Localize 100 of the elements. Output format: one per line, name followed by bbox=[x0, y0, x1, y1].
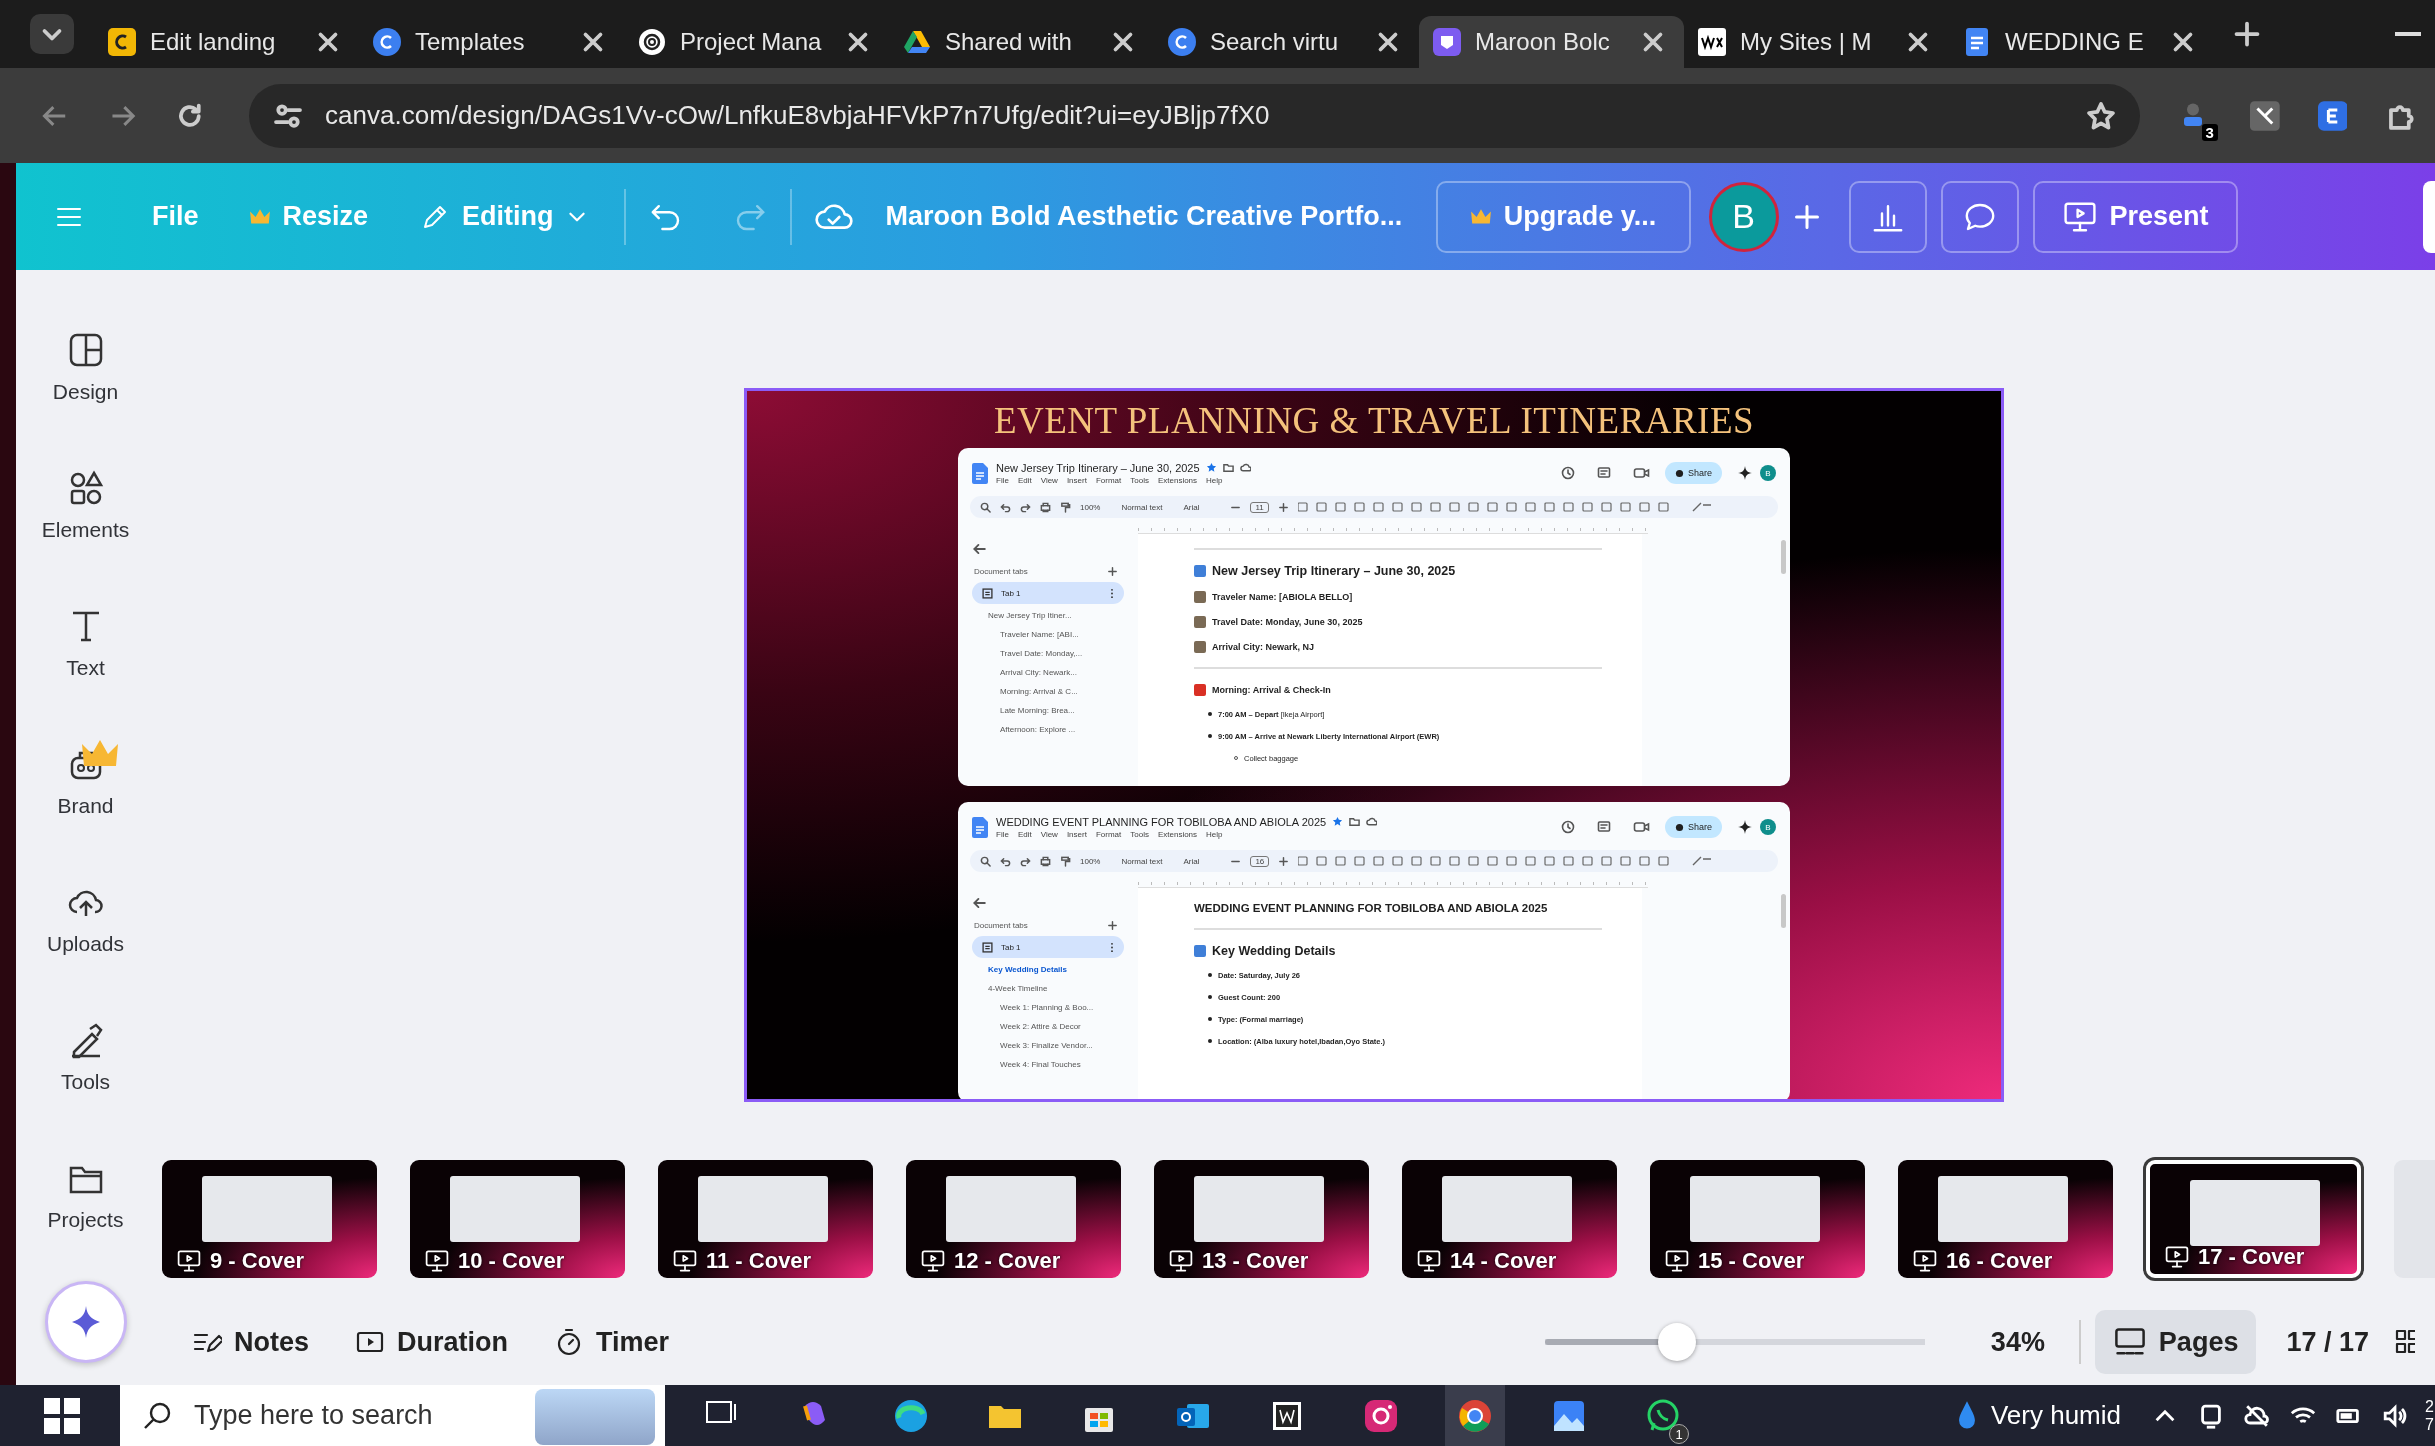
slider-thumb[interactable] bbox=[1657, 1323, 1696, 1361]
comment-icon[interactable] bbox=[1596, 466, 1611, 480]
page-thumbnail[interactable]: 10 - Cover bbox=[410, 1160, 625, 1278]
plus-icon[interactable] bbox=[1277, 501, 1289, 513]
magic-assistant-button[interactable] bbox=[44, 1281, 127, 1363]
browser-tab[interactable]: Search virtu bbox=[1154, 16, 1419, 68]
star-icon[interactable] bbox=[1205, 462, 1217, 473]
paint-format-icon[interactable] bbox=[1060, 501, 1071, 513]
font-size-field[interactable]: 16 bbox=[1250, 855, 1270, 867]
menu-item[interactable]: View bbox=[1040, 475, 1058, 485]
document-title[interactable]: WEDDING EVENT PLANNING FOR TOBILOBA AND ABIOLA 2025 bbox=[996, 815, 1327, 828]
sidebar-tab[interactable]: Uploads bbox=[25, 850, 146, 988]
search-icon[interactable] bbox=[980, 501, 991, 513]
page-thumbnail[interactable]: 17 - Cover bbox=[2146, 1160, 2361, 1278]
menu-item[interactable]: Tools bbox=[1130, 475, 1149, 485]
history-icon[interactable] bbox=[1560, 820, 1575, 834]
page-thumbnail[interactable]: 16 - Cover bbox=[1898, 1160, 2113, 1278]
back-icon[interactable] bbox=[972, 896, 986, 910]
outline-item[interactable]: 4-Week Timeline bbox=[972, 979, 1138, 998]
menu-item[interactable]: Extensions bbox=[1157, 829, 1198, 839]
menu-item[interactable]: Help bbox=[1206, 829, 1223, 839]
plus-icon[interactable] bbox=[1278, 855, 1290, 867]
timer-button[interactable]: Timer bbox=[542, 1312, 682, 1372]
outline-item[interactable]: Key Wedding Details bbox=[972, 960, 1138, 979]
undo-icon[interactable] bbox=[1000, 855, 1011, 867]
sidebar-tab[interactable]: Elements bbox=[25, 436, 146, 574]
page-thumbnail[interactable]: 13 - Cover bbox=[1154, 1160, 1369, 1278]
sidebar-tab[interactable]: Projects bbox=[25, 1126, 146, 1264]
more-icon[interactable] bbox=[1110, 941, 1114, 953]
menu-item[interactable]: Format bbox=[1095, 829, 1122, 839]
outline-item[interactable]: Travel Date: Monday,... bbox=[972, 644, 1138, 663]
style-dropdown[interactable]: Normal text bbox=[1121, 502, 1163, 512]
insights-button[interactable] bbox=[1848, 180, 1927, 253]
print-icon[interactable] bbox=[1040, 855, 1051, 867]
browser-tab[interactable]: Templates bbox=[359, 16, 624, 68]
print-icon[interactable] bbox=[1040, 501, 1051, 513]
document-title[interactable]: New Jersey Trip Itinerary – June 30, 2025 bbox=[996, 461, 1200, 474]
tab-list-button[interactable] bbox=[30, 14, 74, 54]
user-avatar[interactable]: B bbox=[1760, 819, 1776, 835]
page-thumbnail[interactable]: 15 - Cover bbox=[1650, 1160, 1865, 1278]
redo-icon[interactable] bbox=[1020, 855, 1031, 867]
style-dropdown[interactable]: Normal text bbox=[1121, 856, 1163, 866]
browser-tab[interactable]: Edit landing bbox=[94, 16, 359, 68]
search-icon[interactable] bbox=[980, 855, 991, 867]
sidebar-tab[interactable]: Tools bbox=[25, 988, 146, 1126]
menu-item[interactable]: Help bbox=[1206, 475, 1223, 485]
pages-button[interactable]: Pages bbox=[2094, 1310, 2257, 1374]
folder-icon[interactable] bbox=[1349, 816, 1361, 827]
duration-button[interactable]: Duration bbox=[343, 1312, 520, 1372]
browser-tab[interactable]: Project Mana bbox=[624, 16, 889, 68]
clock-text[interactable]: 2 bbox=[2425, 1397, 2435, 1416]
browser-tab[interactable]: Shared with bbox=[889, 16, 1154, 68]
font-size-field[interactable]: 11 bbox=[1250, 501, 1269, 513]
sidebar-tab[interactable]: Design bbox=[25, 298, 146, 436]
document-tab[interactable]: Tab 1 bbox=[972, 936, 1124, 958]
outline-item[interactable]: Morning: Arrival & C... bbox=[972, 682, 1138, 701]
history-icon[interactable] bbox=[1560, 466, 1575, 480]
folder-icon[interactable] bbox=[1222, 462, 1234, 473]
star-icon[interactable] bbox=[1332, 816, 1344, 827]
redo-icon[interactable] bbox=[1020, 501, 1031, 513]
more-icon[interactable] bbox=[1110, 587, 1114, 599]
extension-icon[interactable] bbox=[2249, 100, 2280, 131]
taskbar-search-box[interactable]: Type here to search bbox=[120, 1385, 665, 1446]
menu-item[interactable]: View bbox=[1040, 829, 1058, 839]
outline-item[interactable]: New Jersey Trip Itiner... bbox=[972, 606, 1138, 625]
menu-item[interactable]: Insert bbox=[1066, 475, 1087, 485]
page-thumbnail[interactable]: 9 - Cover bbox=[162, 1160, 377, 1278]
sparkle-icon[interactable] bbox=[1738, 466, 1752, 480]
menu-item[interactable]: Format bbox=[1095, 475, 1122, 485]
menu-item[interactable]: Tools bbox=[1130, 829, 1149, 839]
menu-item[interactable]: Edit bbox=[1017, 829, 1032, 839]
browser-tab[interactable]: WEDDING E bbox=[1949, 16, 2214, 68]
menu-item[interactable]: File bbox=[996, 475, 1009, 485]
comments-button[interactable] bbox=[1940, 180, 2019, 253]
browser-tab[interactable]: My Sites | M bbox=[1684, 16, 1949, 68]
outline-item[interactable]: Late Morning: Brea... bbox=[972, 701, 1138, 720]
weather-text[interactable]: Very humid bbox=[1990, 1400, 2121, 1431]
share-button[interactable]: Share bbox=[1664, 816, 1722, 838]
page-thumbnail[interactable]: 14 - Cover bbox=[1402, 1160, 1617, 1278]
undo-icon[interactable] bbox=[1000, 501, 1011, 513]
outline-item[interactable]: Week 4: Final Touches bbox=[972, 1055, 1138, 1074]
outline-item[interactable]: Arrival City: Newark... bbox=[972, 663, 1138, 682]
slide-canvas[interactable] bbox=[744, 388, 2004, 1102]
zoom-dropdown[interactable]: 100% bbox=[1080, 856, 1101, 866]
plus-icon[interactable] bbox=[1107, 919, 1118, 931]
windows-start-icon[interactable] bbox=[42, 1395, 82, 1436]
outline-item[interactable]: Week 1: Planning & Boo... bbox=[972, 998, 1138, 1017]
outline-item[interactable]: Afternoon: Explore ... bbox=[972, 720, 1138, 739]
outline-item[interactable]: Traveler Name: [ABI... bbox=[972, 625, 1138, 644]
page-thumbnail[interactable]: 12 - Cover bbox=[906, 1160, 1121, 1278]
bookmark-star-icon[interactable] bbox=[2086, 100, 2117, 131]
document-tab[interactable]: Tab 1 bbox=[972, 582, 1124, 604]
video-call-icon[interactable] bbox=[1632, 820, 1651, 834]
outline-item[interactable]: Week 2: Attire & Decor bbox=[972, 1017, 1138, 1036]
menu-item[interactable]: Extensions bbox=[1157, 475, 1198, 485]
share-button[interactable]: Share bbox=[1664, 462, 1722, 484]
page-thumbnail[interactable]: 11 - Cover bbox=[658, 1160, 873, 1278]
video-call-icon[interactable] bbox=[1632, 466, 1651, 480]
sidebar-tab[interactable]: Text bbox=[25, 574, 146, 712]
clock-text[interactable]: 7 bbox=[2425, 1415, 2435, 1434]
